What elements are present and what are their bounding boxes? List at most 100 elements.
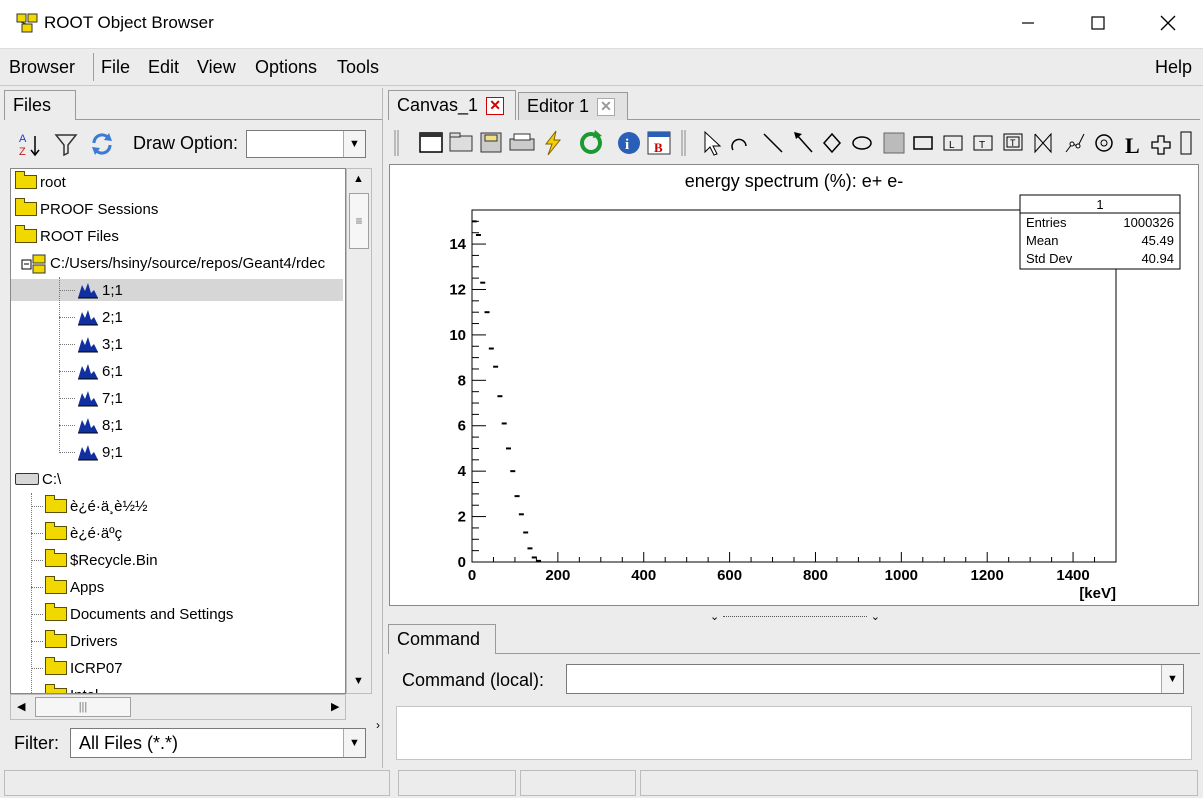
tree-connector — [31, 614, 43, 615]
tree-item[interactable]: è¿é·äºç — [45, 522, 122, 544]
stats-title: 1 — [1096, 197, 1103, 212]
scroll-thumb-horizontal[interactable]: ||| — [35, 697, 131, 717]
file-tree[interactable]: root PROOF Sessions ROOT Files C:/Users/hsi… — [10, 168, 346, 694]
tree-item-label: 1;1 — [102, 281, 123, 299]
scroll-thumb[interactable]: ≡ — [349, 193, 369, 249]
root-file-icon — [21, 254, 47, 274]
tab-files[interactable]: Files — [4, 90, 76, 120]
folder-icon — [45, 630, 67, 648]
tree-item[interactable]: 2;1 — [77, 306, 123, 328]
svg-text:L: L — [1125, 133, 1140, 158]
splitter-arrow-icon[interactable]: › — [376, 718, 380, 732]
tree-item-label: C:/Users/hsiny/source/repos/Geant4/rdec — [50, 254, 326, 272]
tree-item[interactable]: Drivers — [45, 630, 118, 652]
tree-item[interactable]: ROOT Files — [15, 225, 119, 247]
close-tab-icon[interactable]: ✕ — [486, 96, 505, 115]
sort-button[interactable]: A Z — [16, 130, 42, 158]
panel-splitter[interactable] — [382, 88, 383, 768]
canvas-area[interactable]: energy spectrum (%): e+ e- 0 200 400 600 800 1… — [389, 164, 1199, 606]
tab-files-label: Files — [13, 95, 52, 115]
drive-icon — [15, 473, 39, 485]
tree-item[interactable]: root — [15, 171, 66, 193]
command-output[interactable] — [396, 706, 1192, 760]
menu-file[interactable]: File — [101, 57, 130, 78]
tree-item[interactable]: è¿é·ä¸è½½ — [45, 495, 148, 517]
close-tab-icon[interactable]: ✕ — [597, 97, 616, 116]
scroll-right-icon[interactable]: ▶ — [331, 700, 339, 713]
x-tick-label: 1000 — [885, 567, 918, 584]
tree-item[interactable]: 6;1 — [77, 360, 123, 382]
y-tick-label: 10 — [449, 327, 466, 344]
menu-browser[interactable]: Browser — [9, 57, 75, 78]
x-tick-label: 800 — [803, 567, 828, 584]
horizontal-splitter[interactable]: ⌄ ⌄ — [710, 610, 880, 623]
title-bar: ROOT Object Browser — [0, 0, 1203, 49]
tree-connector — [59, 290, 75, 291]
stats-value: 40.94 — [1141, 251, 1174, 266]
tree-item[interactable]: Intel — [45, 684, 98, 693]
close-button[interactable] — [1133, 0, 1203, 46]
scroll-up-icon[interactable]: ▲ — [353, 173, 364, 185]
tree-item[interactable]: Apps — [45, 576, 104, 598]
tree-item[interactable]: 7;1 — [77, 387, 123, 409]
menu-tools[interactable]: Tools — [337, 57, 379, 78]
folder-icon — [45, 657, 67, 675]
tree-vertical-scrollbar[interactable]: ▲ ≡ ▼ — [346, 168, 372, 694]
status-cell-4 — [640, 770, 1198, 796]
tab-canvas[interactable]: Canvas_1 ✕ — [388, 90, 516, 120]
splitter-line — [723, 615, 867, 617]
histogram-icon — [77, 443, 99, 461]
tree-item[interactable]: Documents and Settings — [45, 603, 233, 625]
scroll-down-icon[interactable]: ▼ — [353, 675, 364, 687]
histogram-chart[interactable]: energy spectrum (%): e+ e- 0 200 400 600 800 1… — [390, 165, 1198, 605]
info-icon: i — [618, 132, 640, 154]
tree-item[interactable]: C:\ — [15, 468, 61, 490]
tree-item-label: è¿é·ä¸è½½ — [70, 497, 148, 515]
tree-item[interactable]: 3;1 — [77, 333, 123, 355]
tree-item[interactable]: ICRP07 — [45, 657, 123, 679]
refresh-canvas-icon — [580, 130, 602, 154]
tree-horizontal-scrollbar[interactable]: ◀ ||| ▶ — [10, 694, 346, 720]
tab-editor[interactable]: Editor 1 ✕ — [518, 92, 628, 120]
tree-item-label: Drivers — [70, 632, 118, 650]
minimize-button[interactable] — [993, 0, 1063, 46]
menu-edit[interactable]: Edit — [148, 57, 179, 78]
svg-text:L: L — [949, 140, 955, 151]
tree-item[interactable]: $Recycle.Bin — [45, 549, 158, 571]
y-tick-label: 0 — [458, 554, 466, 571]
root-browser-icon — [16, 13, 38, 33]
menu-help[interactable]: Help — [1155, 57, 1192, 78]
y-tick-label: 14 — [449, 236, 466, 253]
tab-command[interactable]: Command — [388, 624, 496, 654]
pointer-icon — [704, 130, 722, 156]
menu-view[interactable]: View — [197, 57, 236, 78]
y-tick-label: 6 — [458, 418, 466, 435]
pave-text-icon: T — [973, 135, 993, 151]
folder-open-icon — [15, 225, 37, 243]
filter-button[interactable] — [53, 131, 79, 157]
tree-item[interactable]: PROOF Sessions — [15, 198, 158, 220]
tab-underline — [76, 119, 382, 120]
tree-item[interactable]: 9;1 — [77, 441, 123, 463]
menu-options[interactable]: Options — [255, 57, 317, 78]
cut-icon — [1095, 134, 1113, 152]
filter-combo[interactable]: All Files (*.*) ▼ — [70, 728, 366, 758]
scroll-left-icon[interactable]: ◀ — [17, 700, 25, 713]
stats-key: Std Dev — [1026, 251, 1073, 266]
stats-value: 1000326 — [1123, 215, 1174, 230]
tree-item[interactable]: 8;1 — [77, 414, 123, 436]
tree-item-label: C:\ — [42, 470, 62, 488]
refresh-button[interactable] — [88, 130, 116, 158]
histogram-icon — [77, 335, 99, 353]
save-icon — [480, 132, 502, 153]
tree-connector — [31, 641, 43, 642]
command-input[interactable]: ▼ — [566, 664, 1184, 694]
tree-item[interactable]: C:/Users/hsiny/source/repos/Geant4/rdec — [21, 252, 325, 274]
chevron-down-icon[interactable]: ▼ — [1161, 665, 1183, 693]
tree-connector — [59, 277, 60, 453]
draw-option-combo[interactable]: ▼ — [246, 130, 366, 158]
menu-separator — [93, 53, 94, 81]
stats-key: Entries — [1026, 215, 1067, 230]
svg-text:Z: Z — [19, 146, 26, 158]
maximize-button[interactable] — [1063, 0, 1133, 46]
